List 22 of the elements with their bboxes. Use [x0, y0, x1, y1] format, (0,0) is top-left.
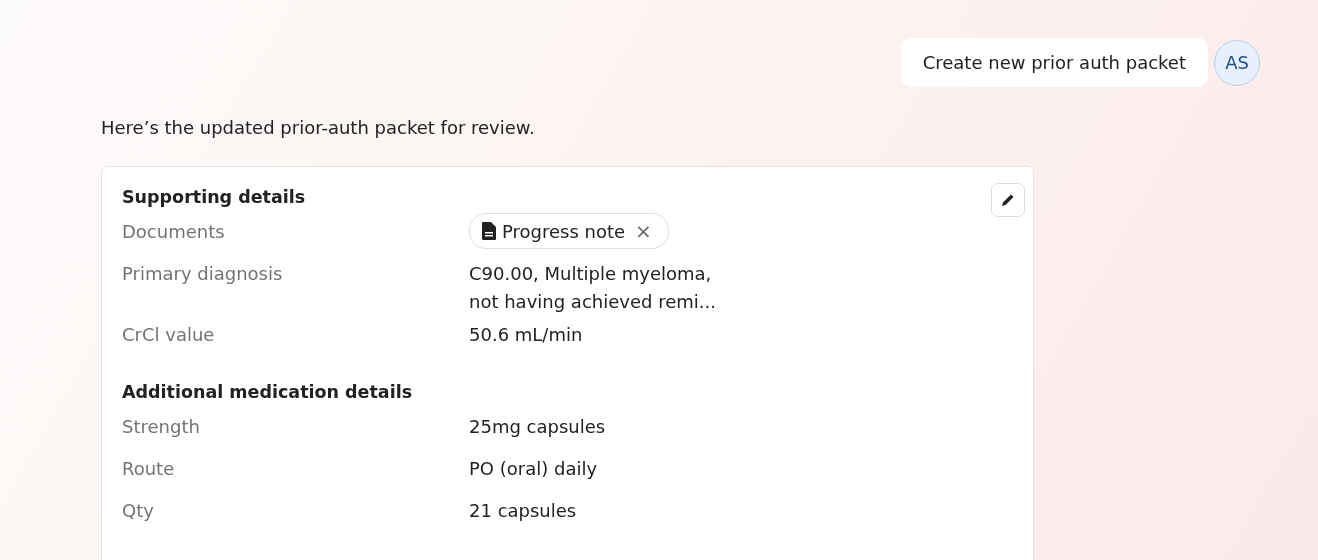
field-label: Strength — [122, 415, 201, 439]
section-title: Additional medication details — [122, 382, 413, 402]
field-label: Route — [122, 457, 176, 481]
user-avatar: AS — [1214, 39, 1260, 86]
field-label: Primary diagnosis — [122, 262, 284, 286]
remove-icon[interactable]: × — [635, 219, 652, 243]
user-message: Create new prior auth packet — [900, 38, 1208, 87]
field-value: PO (oral) daily — [469, 457, 599, 481]
field-value: C90.00, Multiple myeloma, not having achieved remi... — [469, 262, 717, 314]
field-label: CrCl value — [122, 323, 216, 347]
field-label: Qty — [122, 499, 155, 523]
field-label: Documents — [122, 220, 226, 244]
field-value: 25mg capsules — [469, 415, 607, 439]
field-value: 21 capsules — [469, 499, 578, 523]
assistant-message: Here’s the updated prior-auth packet for review. — [101, 117, 536, 138]
section-title: Supporting details — [122, 187, 306, 207]
document-chip[interactable]: Progress note × — [469, 213, 669, 249]
document-name: Progress note — [502, 220, 626, 242]
pencil-icon — [1000, 192, 1016, 208]
edit-button[interactable] — [991, 183, 1025, 217]
document-icon — [482, 222, 496, 240]
field-value: 50.6 mL/min — [469, 323, 584, 347]
